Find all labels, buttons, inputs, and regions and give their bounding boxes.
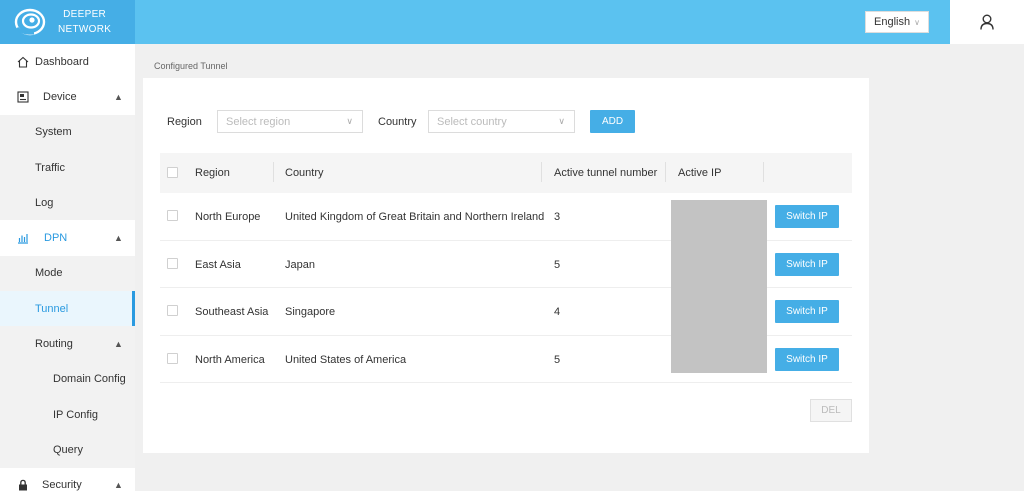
cell-region: Southeast Asia [195, 306, 269, 318]
sidebar-item-query[interactable]: Query [0, 432, 135, 468]
cell-country: United Kingdom of Great Britain and Nort… [285, 211, 545, 223]
region-select[interactable]: Select region ∨ [217, 110, 363, 133]
cell-country: Singapore [285, 306, 336, 318]
sidebar-item-ip-config[interactable]: IP Config [0, 396, 135, 433]
breadcrumb-text: Configured Tunnel [154, 61, 228, 71]
country-label: Country [378, 116, 417, 128]
sidebar-item-dpn[interactable]: DPN ▲ [0, 220, 135, 255]
chevron-down-icon: ∨ [558, 116, 565, 126]
cell-region: North America [195, 353, 265, 366]
column-divider [273, 162, 274, 182]
table-header: Region Country Active tunnel number Acti… [160, 153, 852, 193]
sidebar-item-label: Traffic [35, 161, 65, 174]
lock-icon [17, 479, 29, 491]
sidebar-item-label: Security [42, 479, 82, 491]
cell-region: North Europe [195, 211, 261, 223]
sidebar-item-label: Mode [35, 267, 63, 280]
sidebar-item-dashboard[interactable]: Dashboard [0, 44, 135, 79]
sidebar-item-traffic[interactable]: Traffic [0, 149, 135, 186]
sidebar-item-label: IP Config [53, 408, 99, 421]
logo-line-1: DEEPER [63, 9, 107, 20]
row-checkbox[interactable] [167, 210, 178, 221]
language-value: English [874, 16, 911, 28]
cell-country: Japan [285, 258, 315, 271]
column-divider [665, 162, 666, 182]
sidebar-item-label: Log [35, 196, 54, 209]
sidebar-item-label: Tunnel [35, 302, 69, 315]
switch-ip-button[interactable]: Switch IP [775, 347, 839, 371]
cell-active-tunnel-number: 5 [554, 353, 561, 366]
row-checkbox[interactable] [167, 257, 178, 269]
country-placeholder: Select country [437, 115, 507, 128]
chevron-down-icon: ∨ [914, 17, 920, 27]
sidebar-item-domain-config[interactable]: Domain Config [0, 361, 135, 397]
chevron-up-icon: ▲ [114, 480, 123, 491]
column-header-active-tunnel-number: Active tunnel number [554, 167, 658, 179]
cell-active-tunnel-number: 3 [554, 211, 561, 223]
column-header-country: Country [285, 167, 324, 179]
user-menu[interactable] [950, 0, 1024, 44]
sidebar-item-tunnel[interactable]: Tunnel [0, 291, 135, 327]
deeper-logo-icon [14, 8, 46, 36]
sidebar-item-label: System [35, 126, 72, 139]
chevron-up-icon: ▲ [114, 339, 123, 350]
home-icon [17, 56, 29, 68]
sidebar-item-routing[interactable]: Routing ▲ [0, 326, 135, 362]
region-label: Region [167, 116, 202, 128]
sidebar-item-log[interactable]: Log [0, 185, 135, 221]
column-header-region: Region [195, 167, 230, 179]
row-checkbox[interactable] [167, 352, 178, 364]
sidebar-item-label: Routing [35, 338, 73, 351]
country-select[interactable]: Select country ∨ [428, 110, 575, 133]
cell-active-tunnel-number: 5 [554, 258, 561, 271]
sidebar-item-label: Device [43, 90, 77, 103]
tunnel-panel: Configured Tunnel Region Select region ∨… [143, 53, 869, 453]
logo-text: DEEPER NETWORK [58, 7, 111, 37]
sidebar-item-system[interactable]: System [0, 114, 135, 150]
column-divider [763, 162, 764, 182]
switch-ip-button[interactable]: Switch IP [775, 205, 839, 228]
chevron-up-icon: ▲ [114, 233, 123, 244]
chevron-up-icon: ▲ [114, 91, 123, 102]
sidebar-item-label: Dashboard [35, 55, 89, 68]
device-icon [17, 91, 29, 103]
sidebar-item-mode[interactable]: Mode [0, 255, 135, 292]
column-divider [541, 162, 542, 182]
sidebar-item-device[interactable]: Device ▲ [0, 79, 135, 114]
sidebar-item-label: Domain Config [53, 373, 126, 386]
sidebar-item-security[interactable]: Security ▲ [0, 468, 135, 491]
logo[interactable]: DEEPER NETWORK [0, 0, 135, 44]
delete-button[interactable]: DEL [810, 399, 852, 422]
active-ip-redacted [671, 200, 767, 373]
switch-ip-button[interactable]: Switch IP [775, 252, 839, 276]
cell-region: East Asia [195, 258, 241, 271]
breadcrumb: Configured Tunnel [143, 53, 869, 78]
chart-icon [17, 232, 29, 244]
sidebar: Dashboard Device ▲ System Traffic Log DP… [0, 44, 135, 491]
sidebar-item-label: Query [53, 443, 83, 456]
column-header-active-ip: Active IP [678, 167, 722, 179]
switch-ip-button[interactable]: Switch IP [775, 300, 839, 323]
user-icon [980, 14, 994, 30]
cell-country: United States of America [285, 353, 407, 366]
language-select[interactable]: English ∨ [865, 11, 929, 33]
region-placeholder: Select region [226, 115, 291, 128]
cell-active-tunnel-number: 4 [554, 306, 561, 318]
logo-line-2: NETWORK [58, 24, 112, 35]
add-button[interactable]: ADD [590, 110, 635, 133]
top-bar: DEEPER NETWORK English ∨ [0, 0, 950, 44]
select-all-checkbox[interactable] [167, 167, 178, 178]
sidebar-item-label: DPN [44, 232, 68, 245]
row-checkbox[interactable] [167, 305, 178, 316]
chevron-down-icon: ∨ [346, 116, 353, 126]
